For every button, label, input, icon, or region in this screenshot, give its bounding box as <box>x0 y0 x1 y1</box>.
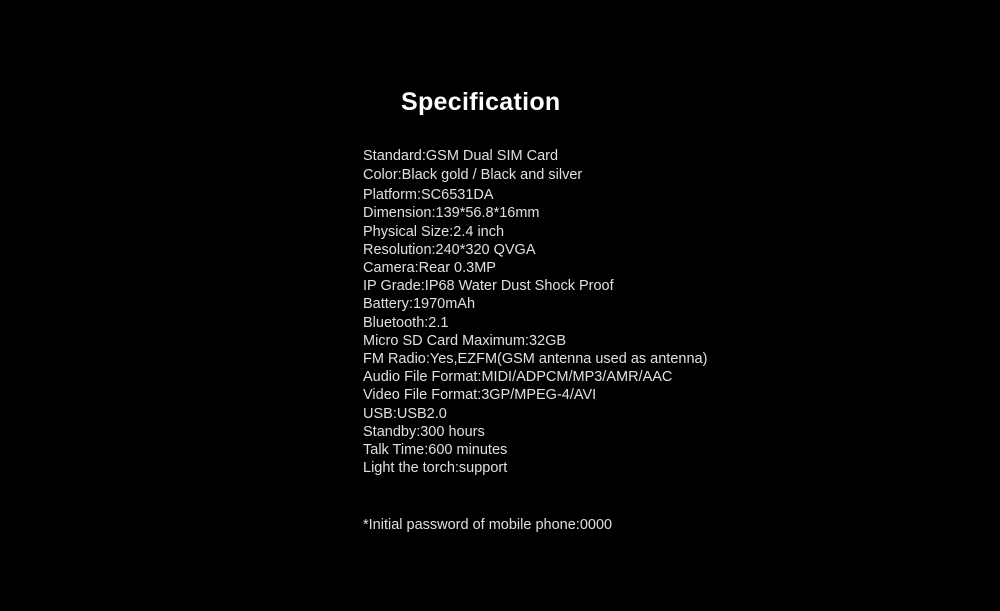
spec-fm-radio: FM Radio:Yes,EZFM(GSM antenna used as an… <box>363 351 708 368</box>
spec-torch: Light the torch:support <box>363 460 508 477</box>
spec-list: Standard:GSM Dual SIM Card Color:Black g… <box>363 147 707 477</box>
spec-audio-format: Audio File Format:MIDI/ADPCM/MP3/AMR/AAC <box>363 369 673 386</box>
spec-micro-sd: Micro SD Card Maximum:32GB <box>363 332 567 349</box>
spec-standby: Standby:300 hours <box>363 423 485 440</box>
spec-resolution: Resolution:240*320 QVGA <box>363 241 536 258</box>
spec-platform: Platform:SC6531DA <box>363 187 494 204</box>
spec-color: Color:Black gold / Black and silver <box>363 167 583 184</box>
password-note: *Initial password of mobile phone:0000 <box>363 517 613 533</box>
spec-bluetooth: Bluetooth:2.1 <box>363 314 449 331</box>
spec-physical-size: Physical Size:2.4 inch <box>363 223 505 240</box>
spec-camera: Camera:Rear 0.3MP <box>363 260 496 277</box>
spec-standard: Standard:GSM Dual SIM Card <box>363 148 559 164</box>
spec-usb: USB:USB2.0 <box>363 405 447 422</box>
page-title: Specification <box>401 88 561 116</box>
spec-battery: Battery:1970mAh <box>363 296 476 313</box>
spec-talk-time: Talk Time:600 minutes <box>363 442 508 459</box>
spec-video-format: Video File Format:3GP/MPEG-4/AVI <box>363 387 597 404</box>
spec-ip-grade: IP Grade:IP68 Water Dust Shock Proof <box>363 278 614 295</box>
spec-dimension: Dimension:139*56.8*16mm <box>363 205 540 222</box>
